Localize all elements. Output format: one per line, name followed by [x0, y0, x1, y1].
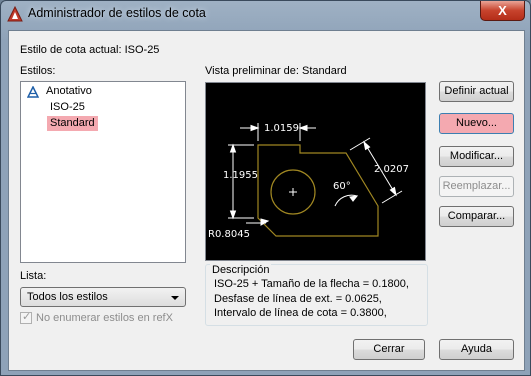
style-item-anotativo[interactable]: Anotativo [43, 84, 95, 99]
preview-geometry [257, 144, 379, 237]
list-filter-value: Todos los estilos [27, 291, 108, 303]
xref-option-label: No enumerar estilos en refX [36, 312, 173, 324]
description-legend: Descripción [210, 264, 272, 276]
dim-text-angle: 60° [333, 181, 351, 192]
preview-drawing: 1.0159 1.1955 2.0207 60° R0.8045 [208, 123, 409, 240]
description-line-3: Intervalo de línea de cota = 0.3800, [214, 307, 387, 319]
arrow-left-top [229, 143, 237, 153]
arrow-left-bottom [229, 210, 237, 220]
modify-button[interactable]: Modificar... [439, 146, 514, 167]
preview-style-name: Standard [302, 65, 347, 77]
list-filter-label: Lista: [20, 270, 47, 282]
autocad-app-icon [7, 6, 23, 22]
new-button[interactable]: Nuevo... [439, 113, 514, 134]
replace-button[interactable]: Reemplazar... [439, 176, 514, 197]
close-window-button[interactable]: X [480, 1, 525, 21]
set-current-button[interactable]: Definir actual [439, 81, 514, 102]
dialog-window: Administrador de estilos de cota X Estil… [0, 0, 531, 376]
arrow-top-left [250, 124, 260, 132]
ext-line-right-bottom [381, 190, 403, 204]
arrow-angle [349, 195, 359, 202]
style-item-iso-25[interactable]: ISO-25 [47, 100, 88, 115]
current-style-value: ISO-25 [124, 44, 160, 56]
close-button[interactable]: Cerrar [353, 339, 425, 360]
preview-dimension-text: 1.0159 1.1955 2.0207 60° R0.8045 [208, 123, 409, 240]
description-line-1: ISO-25 + Tamaño de la flecha = 0.1800, [214, 278, 409, 290]
preview-label-row: Vista preliminar de: Standard [205, 65, 347, 77]
dim-text-radius: R0.8045 [208, 229, 250, 240]
description-line-2: Desfase de línea de ext. = 0.0625, [214, 293, 382, 305]
compare-button[interactable]: Comparar... [439, 206, 514, 227]
dialog-body: Estilo de cota actual: ISO-25 Estilos: A… [8, 30, 525, 371]
list-filter-select[interactable]: Todos los estilos [20, 287, 186, 307]
chevron-down-icon [171, 296, 179, 300]
window-title: Administrador de estilos de cota [28, 6, 206, 20]
description-group: Descripción ISO-25 + Tamaño de la flecha… [205, 264, 428, 326]
title-bar[interactable]: Administrador de estilos de cota X [1, 1, 530, 27]
arrow-right-bottom [389, 186, 397, 197]
preview-label: Vista preliminar de: [205, 65, 299, 77]
style-item-standard[interactable]: Standard [47, 116, 98, 131]
part-outline [257, 144, 379, 237]
dimension-preview: 1.0159 1.1955 2.0207 60° R0.8045 [205, 82, 426, 261]
arrow-top-right [298, 124, 308, 132]
dim-text-right: 2.0207 [374, 164, 409, 175]
styles-label: Estilos: [20, 65, 56, 77]
arrow-right-top [363, 140, 371, 151]
dim-text-left: 1.1955 [223, 170, 258, 181]
xref-checkbox[interactable]: ✓ [20, 311, 32, 324]
dim-text-top: 1.0159 [264, 123, 299, 134]
current-style-row: Estilo de cota actual: ISO-25 [20, 44, 159, 56]
annotative-icon [27, 86, 39, 98]
close-icon: X [498, 3, 507, 18]
checkmark-icon: ✓ [22, 311, 32, 323]
help-button[interactable]: Ayuda [439, 339, 514, 360]
current-style-label: Estilo de cota actual: [20, 44, 122, 56]
styles-listbox[interactable]: Anotativo ISO-25 Standard [20, 81, 186, 263]
